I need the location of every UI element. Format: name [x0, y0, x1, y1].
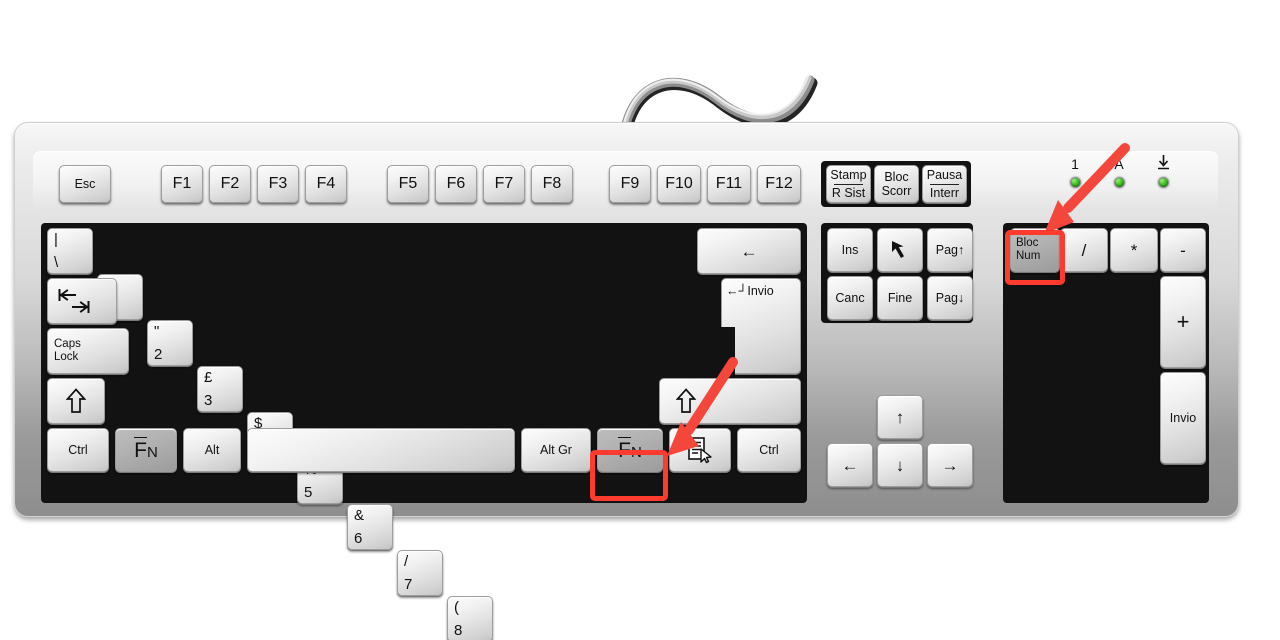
f7-key[interactable]: F7	[483, 165, 525, 203]
right-shift-key[interactable]	[659, 378, 801, 424]
insert-key[interactable]: Ins	[827, 228, 873, 272]
shift-arrow-icon	[66, 388, 86, 413]
led-num-lock-label: 1	[1071, 156, 1079, 172]
f6-key[interactable]: F6	[435, 165, 477, 203]
f8-key[interactable]: F8	[531, 165, 573, 203]
led-caps-lock: A	[1102, 155, 1136, 188]
left-fn-key[interactable]: FN	[115, 428, 177, 472]
f1-key[interactable]: F1	[161, 165, 203, 203]
led-num-lock-light	[1069, 177, 1081, 188]
right-fn-n: N	[630, 443, 642, 461]
key-8[interactable]: (8	[447, 596, 493, 640]
caps-lock-key[interactable]: Caps Lock	[47, 328, 129, 374]
arrow-left-key[interactable]: ←	[827, 443, 873, 487]
f12-key[interactable]: F12	[757, 165, 801, 203]
home-arrow-icon	[892, 241, 904, 258]
end-key[interactable]: Fine	[877, 276, 923, 320]
led-caps-lock-light	[1113, 177, 1125, 188]
led-scroll-lock-label	[1146, 155, 1180, 173]
esc-key[interactable]: Esc	[59, 165, 111, 203]
print-screen-key[interactable]: Stamp R Sist	[826, 165, 871, 203]
key-divider	[930, 183, 959, 185]
delete-key[interactable]: Canc	[827, 276, 873, 320]
key-7[interactable]: /7	[397, 550, 443, 596]
keyboard-chassis: 1 A Esc F1 F2 F3 F4 F5 F6 F7 F8 F9 F10 F…	[14, 122, 1239, 640]
menu-key[interactable]	[669, 428, 731, 472]
arrow-up-key[interactable]: ↑	[877, 395, 923, 439]
f9-key[interactable]: F9	[609, 165, 651, 203]
numpad-minus-key[interactable]: -	[1160, 228, 1206, 272]
f11-key[interactable]: F11	[707, 165, 751, 203]
enter-notch	[717, 327, 735, 375]
key-6[interactable]: & 6	[347, 504, 393, 550]
key-3[interactable]: £3	[197, 366, 243, 412]
page-down-key[interactable]: Pag↓	[927, 276, 973, 320]
led-num-lock: 1	[1058, 155, 1092, 188]
arrow-right-key[interactable]: →	[927, 443, 973, 487]
home-key[interactable]	[877, 228, 923, 272]
space-bar[interactable]	[247, 428, 515, 472]
f5-key[interactable]: F5	[387, 165, 429, 203]
indicator-led-panel: 1 A	[1032, 155, 1212, 207]
scroll-lock-key[interactable]: Bloc Scorr	[874, 165, 919, 203]
arrow-down-key[interactable]: ↓	[877, 443, 923, 487]
right-ctrl-key[interactable]: Ctrl	[737, 428, 801, 472]
menu-icon	[688, 437, 712, 464]
numpad-multiply-key[interactable]: *	[1110, 228, 1158, 272]
key-2[interactable]: " 2	[147, 320, 193, 366]
scroll-lock-arrow-icon	[1157, 155, 1169, 170]
left-fn-n: N	[146, 443, 158, 461]
left-alt-key[interactable]: Alt	[183, 428, 241, 472]
keyboard-diagram: 1 A Esc F1 F2 F3 F4 F5 F6 F7 F8 F9 F10 F…	[0, 0, 1280, 640]
left-fn-f: F	[134, 436, 147, 462]
left-shift-key[interactable]	[47, 378, 105, 424]
page-up-key[interactable]: Pag↑	[927, 228, 973, 272]
right-fn-key[interactable]: FN	[597, 428, 663, 472]
f4-key[interactable]: F4	[305, 165, 347, 203]
tab-key[interactable]	[47, 278, 117, 324]
pause-break-key[interactable]: Pausa Interr	[922, 165, 967, 203]
f10-key[interactable]: F10	[657, 165, 701, 203]
numpad-enter-key[interactable]: Invio	[1160, 372, 1206, 464]
led-scroll-lock-light	[1157, 177, 1169, 188]
tab-arrows-icon	[58, 289, 90, 313]
backspace-key[interactable]: ←	[697, 228, 801, 274]
f3-key[interactable]: F3	[257, 165, 299, 203]
numpad-plus-key[interactable]: +	[1160, 276, 1206, 368]
left-ctrl-key[interactable]: Ctrl	[47, 428, 109, 472]
num-lock-key[interactable]: Bloc Num	[1010, 228, 1060, 272]
f2-key[interactable]: F2	[209, 165, 251, 203]
led-scroll-lock	[1146, 155, 1180, 188]
key-divider	[834, 183, 863, 185]
shift-arrow-icon	[676, 388, 696, 413]
led-caps-lock-label: A	[1114, 156, 1124, 172]
numpad-divide-key[interactable]: /	[1060, 228, 1108, 272]
backslash-key[interactable]: | \	[47, 228, 93, 274]
alt-gr-key[interactable]: Alt Gr	[521, 428, 591, 472]
right-fn-f: F	[618, 436, 631, 462]
